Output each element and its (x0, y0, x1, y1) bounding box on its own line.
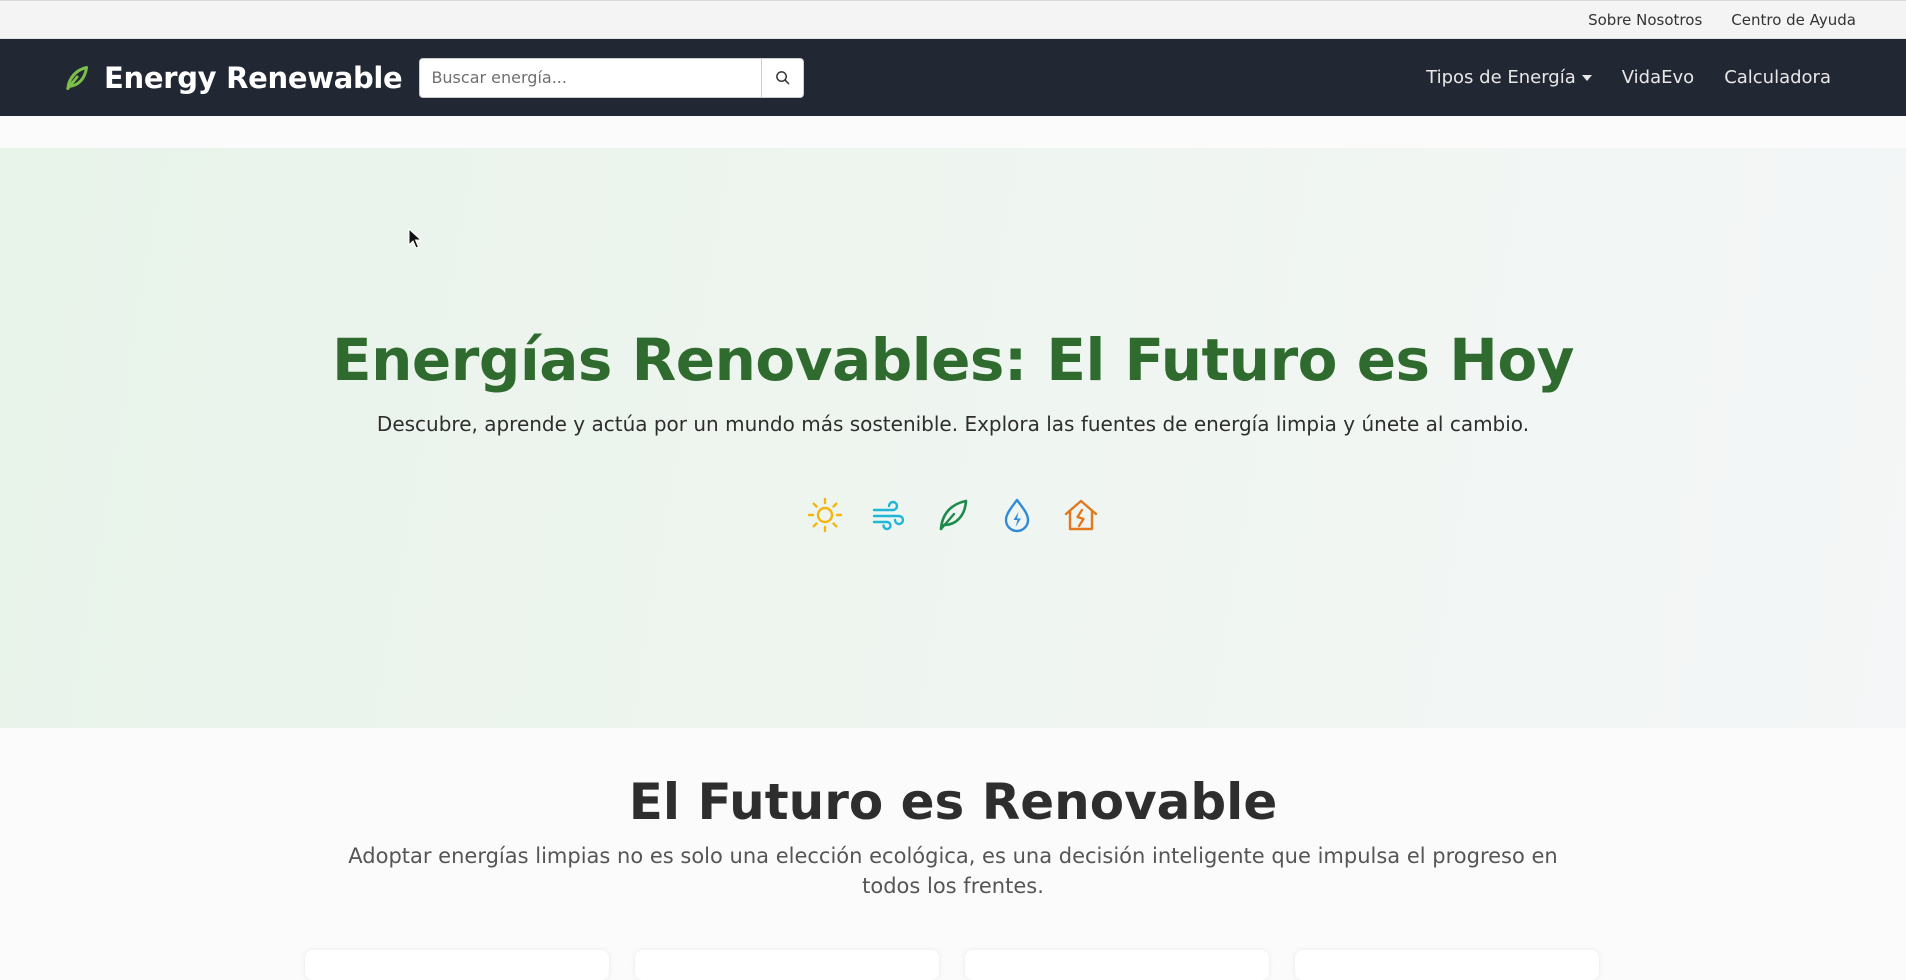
section-title: El Futuro es Renovable (628, 773, 1278, 831)
hero-subtitle: Descubre, aprende y actúa por un mundo m… (376, 412, 1530, 436)
energy-icons-row (0, 497, 1906, 533)
hero-title: Energías Renovables: El Futuro es Hoy (332, 326, 1574, 394)
mouse-cursor-icon (408, 228, 422, 249)
caret-down-icon (1581, 74, 1592, 81)
brand-name: Energy Renewable (104, 60, 403, 95)
nav-links: Tipos de Energía VidaEvo Calculadora (1396, 67, 1831, 88)
nav-tipos-de-energia-dropdown[interactable]: Tipos de Energía (1426, 67, 1592, 88)
benefit-card (305, 950, 609, 980)
benefit-card (1295, 950, 1599, 980)
sun-icon (807, 497, 843, 533)
link-sobre-nosotros[interactable]: Sobre Nosotros (1588, 11, 1702, 29)
link-centro-de-ayuda[interactable]: Centro de Ayuda (1731, 11, 1856, 29)
nav-vidaevo[interactable]: VidaEvo (1622, 67, 1694, 88)
brand-logo[interactable]: Energy Renewable (62, 60, 403, 95)
geothermal-house-icon (1064, 499, 1098, 531)
search-button[interactable] (761, 58, 804, 97)
benefit-card (635, 950, 939, 980)
leaf-icon (939, 499, 968, 531)
top-utility-bar: Sobre Nosotros Centro de Ayuda (0, 0, 1906, 39)
search-input[interactable] (420, 58, 762, 97)
water-energy-icon (1004, 498, 1030, 533)
leaf-icon (66, 65, 89, 90)
main-navbar: Energy Renewable Tipos de Energía VidaEv… (0, 39, 1906, 116)
section-text: Adoptar energías limpias no es solo una … (348, 844, 1558, 898)
benefit-card (965, 950, 1269, 980)
nav-calculadora[interactable]: Calculadora (1724, 67, 1831, 88)
nav-tipos-label: Tipos de Energía (1426, 67, 1576, 88)
hero-section: Energías Renovables: El Futuro es Hoy De… (0, 148, 1906, 728)
search-icon (776, 71, 790, 85)
wind-icon (872, 500, 905, 531)
search-box (419, 57, 805, 98)
